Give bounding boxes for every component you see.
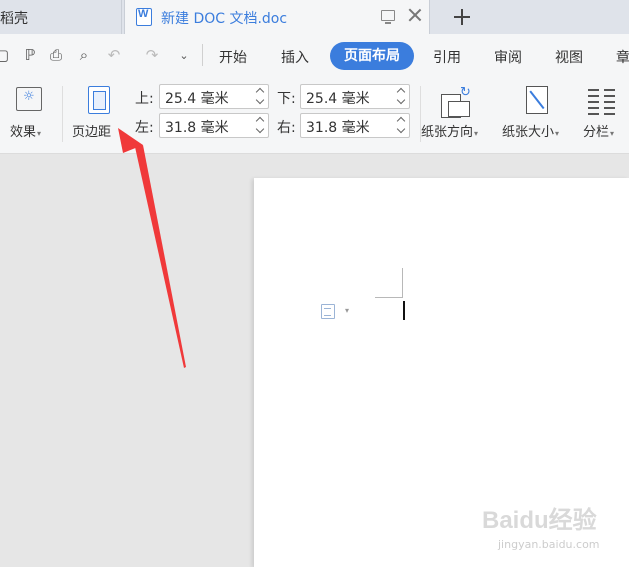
left-margin-spinner-icon[interactable] — [256, 116, 264, 136]
page-margins-button[interactable]: 页边距 — [72, 121, 111, 140]
columns-icon[interactable] — [588, 88, 616, 115]
columns-label: 分栏 — [583, 125, 610, 140]
right-margin-spinner-icon[interactable] — [397, 116, 405, 136]
menu-separator — [202, 44, 203, 66]
baidu-watermark: Baidu经验 — [482, 507, 597, 534]
menu-view[interactable]: 视图 — [555, 47, 583, 67]
paper-orientation-icon[interactable]: ↻ — [441, 85, 471, 118]
tab-document[interactable]: 新建 DOC 文档.doc — [124, 0, 430, 34]
columns-button[interactable]: 分栏▾ — [583, 121, 614, 140]
effect-label: 效果 — [10, 125, 37, 140]
top-margin-input[interactable]: 25.4 毫米 — [159, 84, 269, 109]
tab-docer[interactable]: 稻壳 — [0, 0, 122, 34]
new-tab-plus-icon[interactable] — [452, 7, 472, 27]
monitor-icon[interactable] — [381, 10, 395, 24]
customize-icon[interactable]: ⌄ — [174, 49, 194, 62]
left-margin-value: 31.8 毫米 — [165, 120, 229, 136]
right-margin-input[interactable]: 31.8 毫米 — [300, 113, 410, 138]
ribbon: 效果▾ 页边距 上: 25.4 毫米 左: 31.8 毫米 下: 25.4 毫米… — [0, 78, 629, 154]
print-preview-icon[interactable]: ⌕ — [74, 46, 94, 64]
top-margin-spinner-icon[interactable] — [256, 87, 264, 107]
paper-orientation-button[interactable]: 纸张方向▾ — [421, 121, 478, 140]
baidu-watermark-url: jingyan.baidu.com — [498, 538, 600, 551]
right-margin-value: 31.8 毫米 — [306, 120, 370, 136]
left-margin-label: 左: — [135, 120, 154, 136]
margin-corner-mark-horizontal — [375, 297, 403, 298]
bottom-margin-label: 下: — [277, 91, 296, 107]
menu-bar: ▢ ℙ ⎙ ⌕ ↶ ↷ ⌄ 开始 插入 页面布局 引用 审阅 视图 章 — [0, 34, 629, 78]
paper-size-icon[interactable] — [526, 86, 548, 114]
bottom-margin-value: 25.4 毫米 — [306, 91, 370, 107]
menu-page-layout[interactable]: 页面布局 — [330, 42, 414, 70]
right-margin-label: 右: — [277, 120, 296, 136]
word-doc-icon — [136, 8, 152, 26]
columns-caret-icon: ▾ — [610, 129, 615, 138]
paper-orientation-label: 纸张方向 — [421, 125, 474, 140]
menu-insert[interactable]: 插入 — [281, 47, 309, 67]
paragraph-layout-caret-icon[interactable]: ▾ — [345, 306, 349, 315]
tab-document-title: 新建 DOC 文档.doc — [161, 11, 288, 27]
tab-docer-label: 稻壳 — [0, 11, 28, 27]
format-painter-icon[interactable]: ℙ — [20, 46, 40, 64]
top-margin-label: 上: — [135, 91, 154, 107]
paragraph-layout-icon[interactable] — [321, 304, 335, 319]
paper-size-button[interactable]: 纸张大小▾ — [502, 121, 559, 140]
effect-icon[interactable] — [16, 87, 42, 111]
text-cursor — [403, 301, 405, 320]
menu-home[interactable]: 开始 — [219, 47, 247, 67]
print-icon[interactable]: ⎙ — [46, 46, 66, 64]
effect-caret-icon: ▾ — [37, 129, 42, 138]
tab-bar: 稻壳 新建 DOC 文档.doc — [0, 0, 629, 34]
paper-size-label: 纸张大小 — [502, 125, 555, 140]
orientation-caret-icon: ▾ — [474, 129, 479, 138]
redo-icon[interactable]: ↷ — [142, 46, 162, 64]
top-margin-value: 25.4 毫米 — [165, 91, 229, 107]
menu-references[interactable]: 引用 — [433, 47, 461, 67]
save-icon[interactable]: ▢ — [0, 46, 12, 64]
close-icon[interactable] — [407, 7, 423, 23]
bottom-margin-input[interactable]: 25.4 毫米 — [300, 84, 410, 109]
menu-chapter[interactable]: 章 — [616, 47, 629, 67]
size-caret-icon: ▾ — [555, 129, 560, 138]
left-margin-input[interactable]: 31.8 毫米 — [159, 113, 269, 138]
effect-button[interactable]: 效果▾ — [10, 121, 41, 140]
undo-icon[interactable]: ↶ — [104, 46, 124, 64]
page-margin-icon[interactable] — [88, 86, 110, 114]
ribbon-separator — [62, 86, 63, 142]
menu-review[interactable]: 审阅 — [494, 47, 522, 67]
margin-corner-mark-vertical — [402, 268, 403, 298]
bottom-margin-spinner-icon[interactable] — [397, 87, 405, 107]
